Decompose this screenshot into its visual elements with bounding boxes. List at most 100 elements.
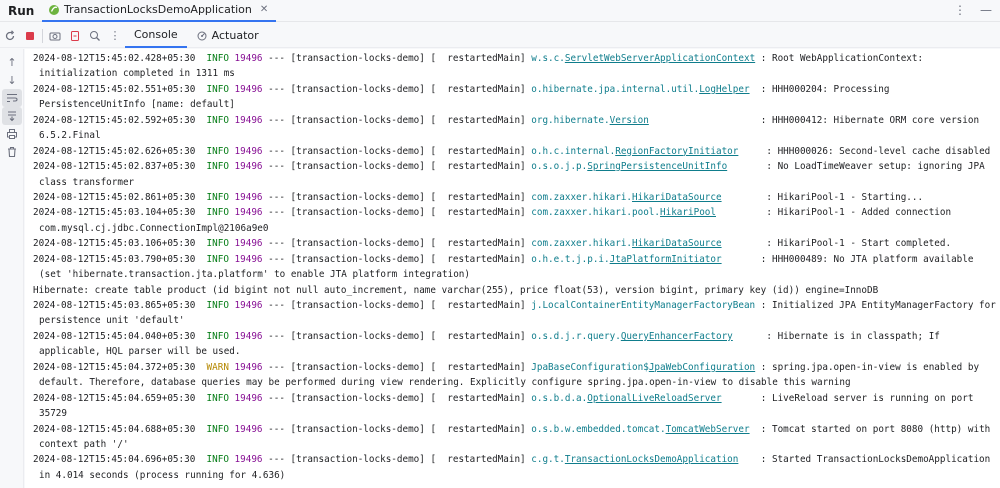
log-timestamp: 2024-08-12T15:45:02.551+05:30 (33, 83, 196, 95)
log-separator: --- (268, 454, 285, 466)
log-logger-prefix: org.hibernate. (531, 114, 610, 126)
close-icon[interactable]: ✕ (260, 4, 268, 15)
log-separator: --- (268, 161, 285, 173)
minimize-icon[interactable]: — (980, 3, 992, 17)
log-logger-prefix: o.s.b.d.a. (531, 392, 588, 404)
log-logger: o.s.d.j.r.query.QueryEnhancerFactory (531, 331, 733, 342)
log-app-name: [transaction-locks-demo] (290, 114, 425, 126)
log-pid: 19496 (234, 145, 263, 157)
log-level: INFO (206, 114, 229, 126)
run-window-title: Run (8, 3, 35, 18)
log-message: : No LoadTimeWeaver setup: ignoring JPA (766, 161, 985, 173)
log-padding (750, 84, 761, 95)
log-separator: --- (268, 53, 285, 64)
log-timestamp: 2024-08-12T15:45:02.592+05:30 (33, 114, 196, 126)
log-logger-link[interactable]: ServletWebServerApplicationContext (565, 53, 755, 64)
settings-debug-icon[interactable] (85, 26, 105, 46)
log-logger-link[interactable]: TomcatWebServer (666, 424, 750, 435)
log-logger-link[interactable]: SpringPersistenceUnitInfo (587, 161, 727, 172)
log-logger-prefix: com.zaxxer.hikari. (531, 191, 633, 203)
tab-actuator[interactable]: Actuator (187, 24, 268, 48)
log-pid: 19496 (234, 207, 263, 219)
log-app-name: [transaction-locks-demo] (290, 392, 425, 404)
log-separator: --- (268, 191, 285, 203)
log-padding (722, 254, 761, 265)
log-logger-link[interactable]: TransactionLocksDemoApplication (565, 454, 739, 465)
log-pid: 19496 (234, 83, 263, 95)
tab-actuator-label: Actuator (211, 29, 259, 42)
more-options-icon[interactable]: ⋮ (954, 3, 966, 17)
log-logger-link[interactable]: JpaWebConfiguration (649, 362, 755, 373)
print-icon[interactable] (0, 125, 24, 143)
log-line: 2024-08-12T15:45:03.104+05:30 INFO 19496… (33, 205, 1000, 220)
log-app-name: [transaction-locks-demo] (290, 330, 425, 342)
log-pid: 19496 (234, 361, 263, 373)
rerun-icon[interactable] (0, 26, 20, 46)
log-timestamp: 2024-08-12T15:45:03.106+05:30 (33, 238, 196, 250)
log-app-name: [transaction-locks-demo] (290, 83, 425, 95)
actuator-icon (197, 31, 207, 40)
log-thread: [ restartedMain] (430, 392, 526, 404)
log-app-name: [transaction-locks-demo] (290, 300, 425, 311)
log-level: INFO (206, 253, 229, 265)
log-level: INFO (206, 300, 229, 311)
log-timestamp: 2024-08-12T15:45:04.688+05:30 (33, 423, 196, 435)
log-thread: [ restartedMain] (430, 238, 526, 250)
camera-icon[interactable] (45, 26, 65, 46)
exit-debug-icon[interactable] (65, 26, 85, 46)
arrow-up-icon[interactable]: ↑ (0, 53, 24, 71)
log-level: INFO (206, 207, 229, 219)
log-logger-prefix: j.LocalContainerEntityManagerFactoryBean (531, 300, 756, 311)
log-message: : Started TransactionLocksDemoApplicatio… (760, 454, 991, 466)
console-output[interactable]: 2024-08-12T15:45:02.428+05:30 INFO 19496… (25, 49, 1000, 488)
log-logger: com.zaxxer.hikari.HikariDataSource (531, 238, 721, 249)
log-separator: --- (268, 145, 285, 157)
log-logger: j.LocalContainerEntityManagerFactoryBean (531, 300, 755, 311)
tab-console[interactable]: Console (125, 24, 187, 48)
log-logger-link[interactable]: Version (610, 115, 649, 126)
log-logger-link[interactable]: QueryEnhancerFactory (621, 331, 733, 342)
trash-icon[interactable] (0, 143, 24, 161)
log-logger-link[interactable]: HikariDataSource (632, 192, 722, 203)
more-actions-icon[interactable]: ⋮ (105, 26, 125, 46)
log-level: INFO (206, 191, 229, 203)
log-pid: 19496 (234, 161, 263, 173)
log-thread: [ restartedMain] (430, 114, 526, 126)
arrow-down-icon[interactable]: ↓ (0, 71, 24, 89)
log-app-name: [transaction-locks-demo] (290, 238, 425, 250)
stop-icon[interactable] (20, 26, 40, 46)
log-thread: [ restartedMain] (430, 53, 526, 64)
log-level: INFO (206, 145, 229, 157)
run-toolbar: ⋮ Console Actuator (0, 24, 1000, 48)
soft-wrap-icon[interactable] (2, 89, 22, 107)
log-level: INFO (206, 423, 229, 435)
log-padding (733, 331, 767, 342)
log-level: INFO (206, 53, 229, 64)
log-logger-link[interactable]: LogHelper (699, 84, 749, 95)
log-thread: [ restartedMain] (430, 361, 526, 373)
log-separator: --- (268, 361, 285, 373)
log-logger: com.zaxxer.hikari.HikariDataSource (531, 192, 721, 203)
log-thread: [ restartedMain] (430, 191, 526, 203)
log-continuation: initialization completed in 1311 ms (39, 68, 235, 80)
log-timestamp: 2024-08-12T15:45:03.865+05:30 (33, 300, 196, 311)
log-line: 2024-08-12T15:45:03.790+05:30 INFO 19496… (33, 252, 1000, 267)
log-message: : LiveReload server is running on port (760, 392, 974, 404)
log-level: INFO (206, 238, 229, 250)
log-level: WARN (206, 361, 229, 373)
log-line: 2024-08-12T15:45:02.551+05:30 INFO 19496… (33, 82, 1000, 97)
log-logger-link[interactable]: HikariDataSource (632, 238, 722, 249)
log-thread: [ restartedMain] (430, 161, 526, 173)
log-line: 2024-08-12T15:45:02.837+05:30 INFO 19496… (33, 159, 1000, 174)
log-logger-link[interactable]: JtaPlatformInitiator (610, 254, 722, 265)
log-logger: c.g.t.TransactionLocksDemoApplication (531, 454, 738, 465)
log-message: : Hibernate is in classpath; If (766, 330, 940, 342)
log-logger-link[interactable]: OptionalLiveReloadServer (587, 393, 721, 404)
log-continuation: 35729 (39, 408, 67, 420)
scroll-to-end-icon[interactable] (2, 107, 22, 125)
log-message: : HikariPool-1 - Starting... (766, 191, 924, 203)
run-config-tab[interactable]: TransactionLocksDemoApplication ✕ (42, 0, 277, 22)
log-logger-prefix: o.h.c.internal. (531, 145, 616, 157)
log-logger-link[interactable]: HikariPool (660, 207, 716, 218)
log-logger-link[interactable]: RegionFactoryInitiator (615, 146, 738, 157)
